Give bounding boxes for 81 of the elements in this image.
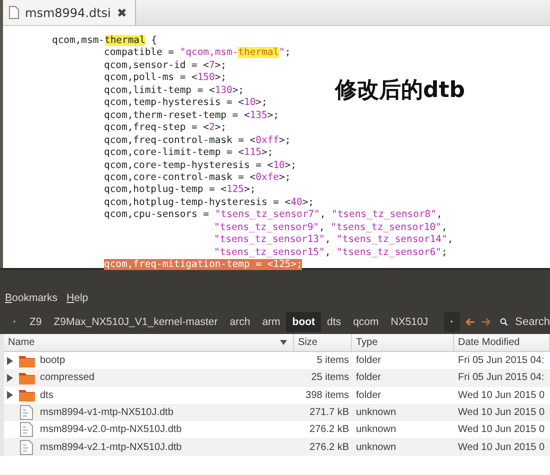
file-name-cell[interactable]: compressed (4, 369, 294, 387)
file-name: msm8994-v2.1-mtp-NX510J.dtb (40, 442, 182, 453)
type-cell: folder (352, 369, 454, 387)
folder-icon (18, 370, 36, 385)
column-header[interactable]: Type (352, 334, 454, 352)
code-line: "tsens_tz_sensor15", "tsens_tz_sensor6"; (214, 246, 448, 260)
size-cell-text: 276.2 kB (308, 423, 350, 438)
date-cell-text: Fri 05 Jun 2015 04: (457, 354, 546, 368)
document-icon (20, 405, 33, 420)
code-line: compatible = "qcom,msm-thermal"; (104, 47, 291, 60)
file-name: dts (40, 390, 54, 401)
path-crumb[interactable]: qcom (347, 312, 385, 332)
scroll-left-button[interactable]: · (6, 316, 24, 328)
file-name: msm8994-v2.0-mtp-NX510J.dtb (40, 424, 182, 436)
path-crumb[interactable]: Z9 (24, 312, 48, 332)
file-name-cell[interactable]: msm8994-v2.0-mtp-NX510J.dtb (4, 421, 294, 438)
size-cell: 25 items (294, 369, 352, 387)
date-cell: Fri 05 Jun 2015 04: (454, 369, 550, 387)
size-cell: 271.7 kB (294, 404, 352, 422)
close-icon[interactable]: ✖ (116, 6, 127, 20)
column-header[interactable]: Name (4, 334, 294, 352)
menu-item[interactable]: Help (66, 292, 88, 304)
code-line: qcom,msm-thermal { (52, 35, 157, 48)
type-cell-text: folder (355, 388, 382, 403)
editor-tab[interactable]: msm8994.dtsi ✖ (3, 0, 136, 25)
date-cell: Wed 10 Jun 2015 0 (454, 404, 550, 422)
code-line: qcom,hotplug-temp-hysteresis = <40>; (104, 196, 314, 210)
file-name: compressed (40, 372, 94, 384)
path-crumb[interactable]: NX510J (384, 312, 434, 332)
size-cell-text: 5 items (316, 354, 350, 368)
type-cell-text: unknown (355, 423, 398, 438)
size-cell-text: 398 items (304, 388, 350, 403)
folder-icon (18, 388, 36, 402)
code-line: qcom,hotplug-temp = <125>; (104, 184, 256, 197)
code-line: qcom,core-control-mask = <0xfe>; (104, 172, 291, 184)
date-cell-text: Wed 10 Jun 2015 0 (457, 388, 546, 403)
size-cell: 276.2 kB (294, 438, 352, 456)
scroll-right-button[interactable]: · (444, 312, 460, 332)
document-icon (20, 440, 33, 455)
search-button[interactable]: Search (515, 316, 550, 328)
code-line: qcom,poll-ms = <150>; (104, 72, 226, 85)
code-line: qcom,therm-reset-temp = <135>; (104, 110, 279, 122)
file-name-cell[interactable]: bootp (4, 352, 294, 370)
code-line: qcom,core-temp-hysteresis = <10>; (104, 160, 296, 172)
code-line: qcom,limit-temp = <130>; (104, 84, 244, 98)
code-line: qcom,core-limit-temp = <115>; (104, 147, 274, 160)
code-line: qcom,freq-control-mask = <0xff>; (104, 134, 291, 148)
file-name: bootp (40, 355, 66, 366)
menu-item[interactable]: Bookmarks (5, 292, 58, 304)
forward-arrow-icon[interactable] (480, 316, 490, 328)
type-cell: unknown (352, 404, 454, 422)
column-title: Name (8, 337, 35, 348)
search-icon[interactable] (500, 316, 508, 328)
back-arrow-icon[interactable] (466, 316, 475, 328)
folder-icon (18, 354, 36, 368)
date-cell-text: Wed 10 Jun 2015 0 (457, 423, 546, 438)
column-header[interactable]: Date Modified (454, 334, 550, 352)
document-icon (20, 422, 33, 438)
type-cell-text: folder (355, 354, 382, 368)
file-name: msm8994-v1-mtp-NX510J.dtb (40, 407, 174, 418)
path-crumb[interactable]: arm (256, 312, 286, 332)
file-name-cell[interactable]: msm8994-v1-mtp-NX510J.dtb (4, 404, 294, 422)
path-crumb[interactable]: boot (286, 312, 322, 332)
path-crumb[interactable]: arch (224, 312, 256, 332)
code-line: qcom,sensor-id = <7>; (104, 60, 226, 72)
path-crumb[interactable]: dts (321, 312, 348, 332)
code-line: "tsens_tz_sensor13", "tsens_tz_sensor14", (214, 234, 454, 247)
file-name-cell[interactable]: msm8994-v2.1-mtp-NX510J.dtb (4, 438, 294, 456)
annotation-text: 修改后的dtb (335, 77, 466, 105)
code-line: "tsens_tz_sensor9", "tsens_tz_sensor10", (214, 222, 448, 234)
file-name-cell[interactable]: dts (4, 386, 294, 404)
expand-triangle-icon[interactable] (6, 391, 14, 400)
document-icon (9, 6, 19, 19)
column-header[interactable]: Size (294, 334, 352, 352)
path-crumb[interactable]: Z9Max_NX510J_V1_kernel-master (48, 312, 224, 332)
code-line: qcom,temp-hysteresis = <10>; (104, 97, 268, 110)
code-line: qcom,cpu-sensors = "tsens_tz_sensor7", "tsens_tz_sensor8", (104, 209, 442, 222)
code-line: qcom,freq-step = <2>; (104, 122, 226, 135)
date-cell: Wed 10 Jun 2015 0 (454, 438, 550, 456)
type-cell: unknown (352, 438, 454, 456)
sort-caret-icon (280, 340, 287, 345)
